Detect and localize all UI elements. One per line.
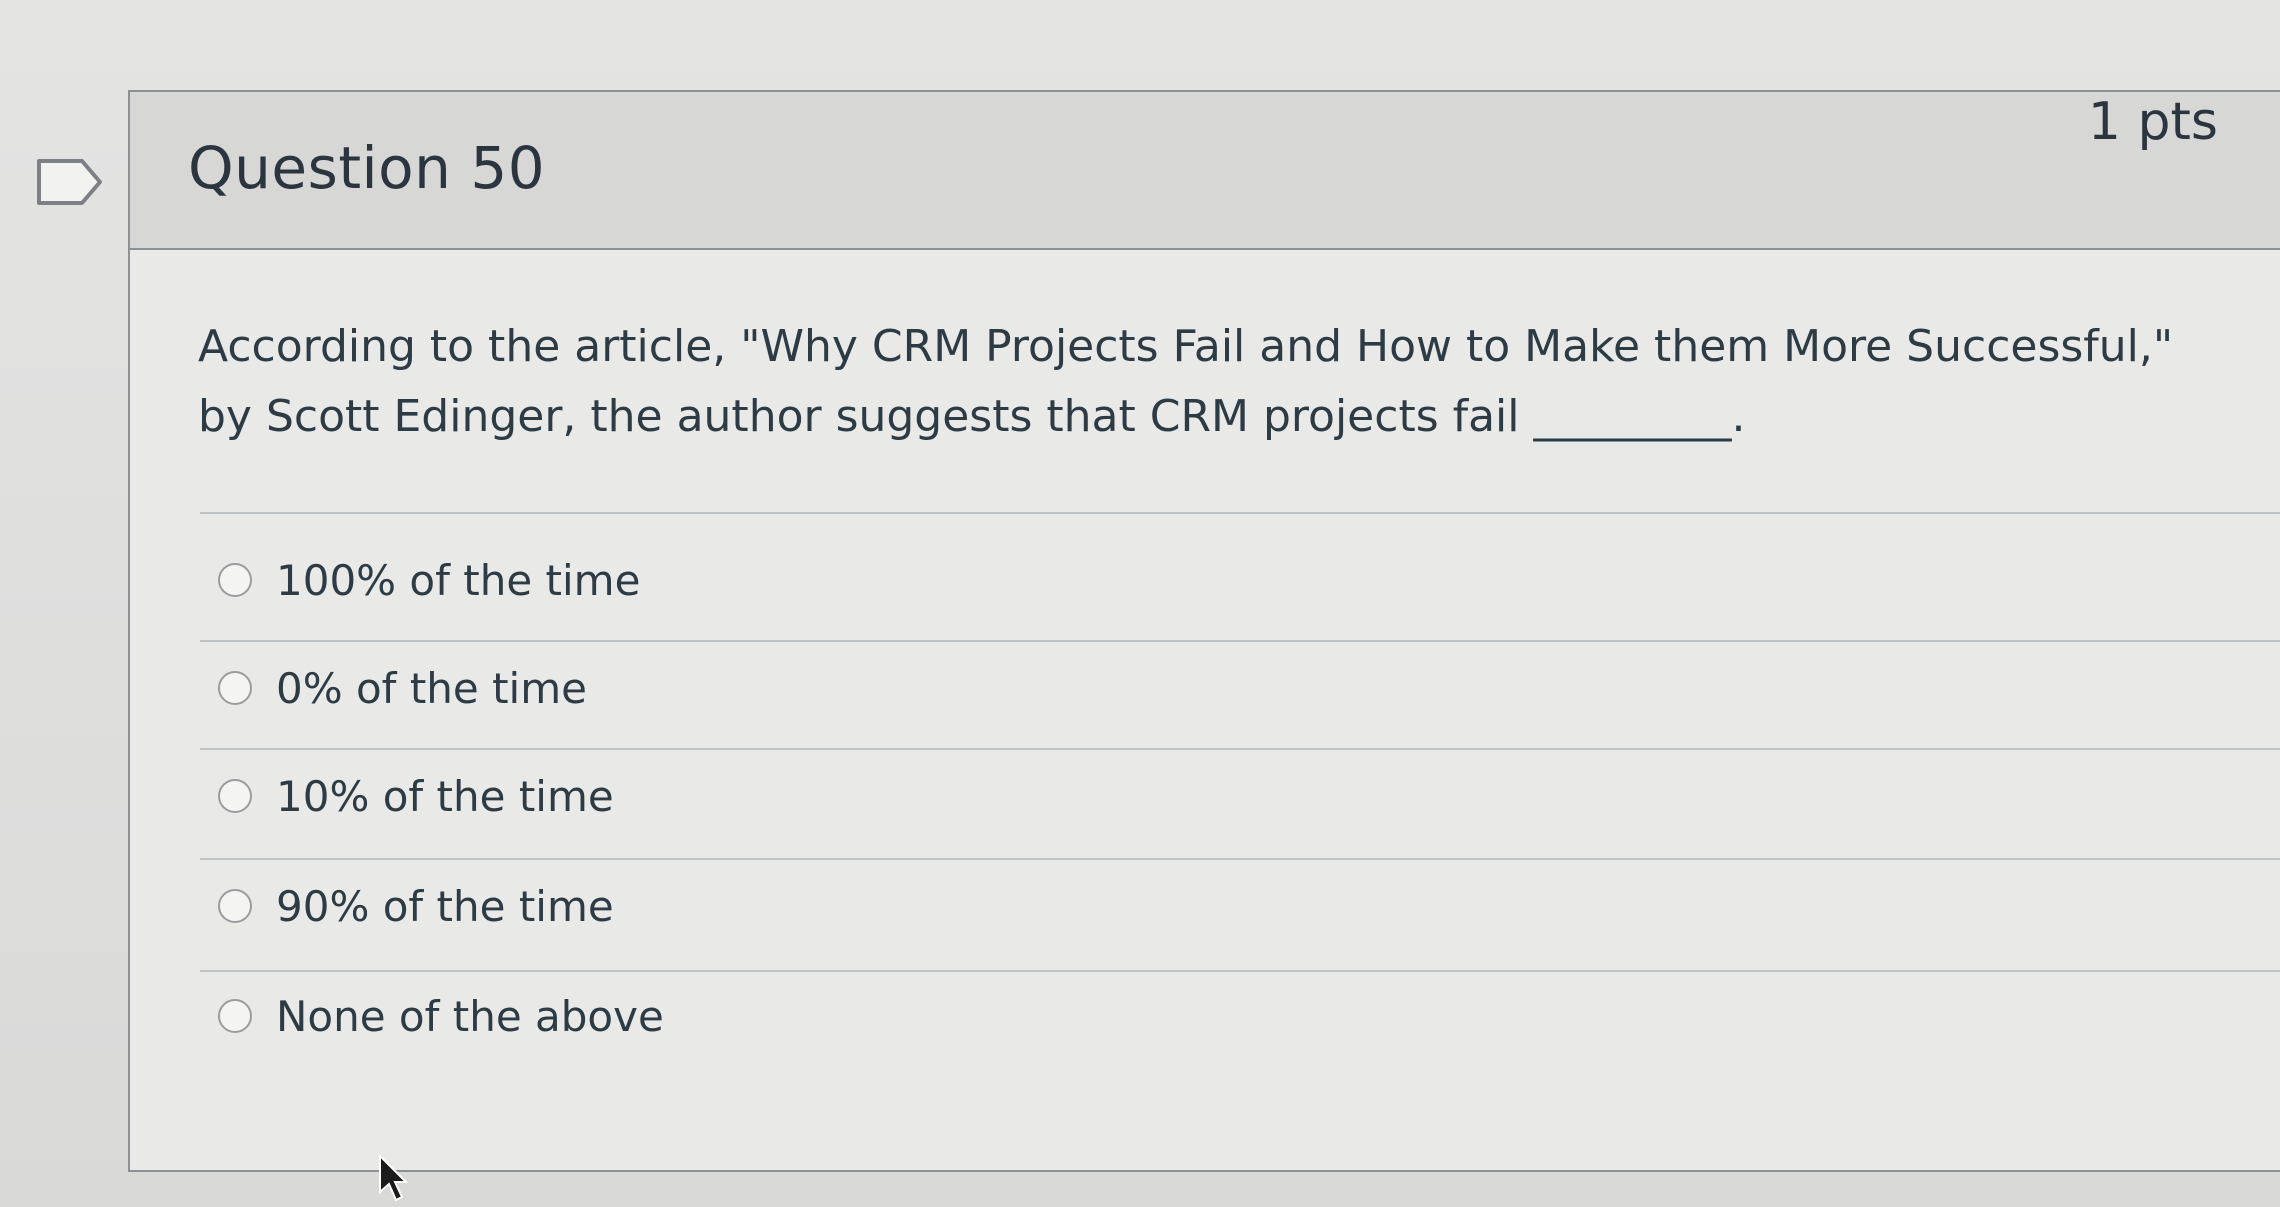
question-points: 1 pts (2087, 92, 2218, 152)
divider (200, 748, 2280, 750)
divider (200, 512, 2280, 514)
divider (200, 640, 2280, 642)
answer-option[interactable]: 10% of the time (218, 756, 614, 836)
answer-label: None of the above (276, 991, 664, 1041)
divider (200, 970, 2280, 972)
radio-button-icon[interactable] (218, 563, 252, 597)
radio-button-icon[interactable] (218, 999, 252, 1033)
answer-label: 90% of the time (276, 881, 614, 931)
radio-button-icon[interactable] (218, 889, 252, 923)
answer-option[interactable]: 90% of the time (218, 866, 614, 946)
answer-label: 10% of the time (276, 771, 614, 821)
mouse-pointer-icon (379, 1154, 408, 1202)
answer-option[interactable]: 0% of the time (218, 648, 587, 728)
answer-option[interactable]: 100% of the time (218, 540, 640, 620)
divider (200, 858, 2280, 860)
question-header: Question 50 1 pts (130, 92, 2280, 250)
answer-label: 100% of the time (276, 555, 641, 605)
quiz-page: Question 50 1 pts According to the artic… (0, 0, 2280, 1207)
answer-option[interactable]: None of the above (218, 976, 664, 1056)
question-card: Question 50 1 pts According to the artic… (128, 90, 2280, 1172)
answer-label: 0% of the time (276, 663, 587, 713)
question-title: Question 50 (188, 134, 546, 202)
question-text: According to the article, "Why CRM Proje… (198, 321, 2174, 442)
flag-question-icon[interactable] (36, 158, 104, 206)
radio-button-icon[interactable] (218, 779, 252, 813)
radio-button-icon[interactable] (218, 671, 252, 705)
